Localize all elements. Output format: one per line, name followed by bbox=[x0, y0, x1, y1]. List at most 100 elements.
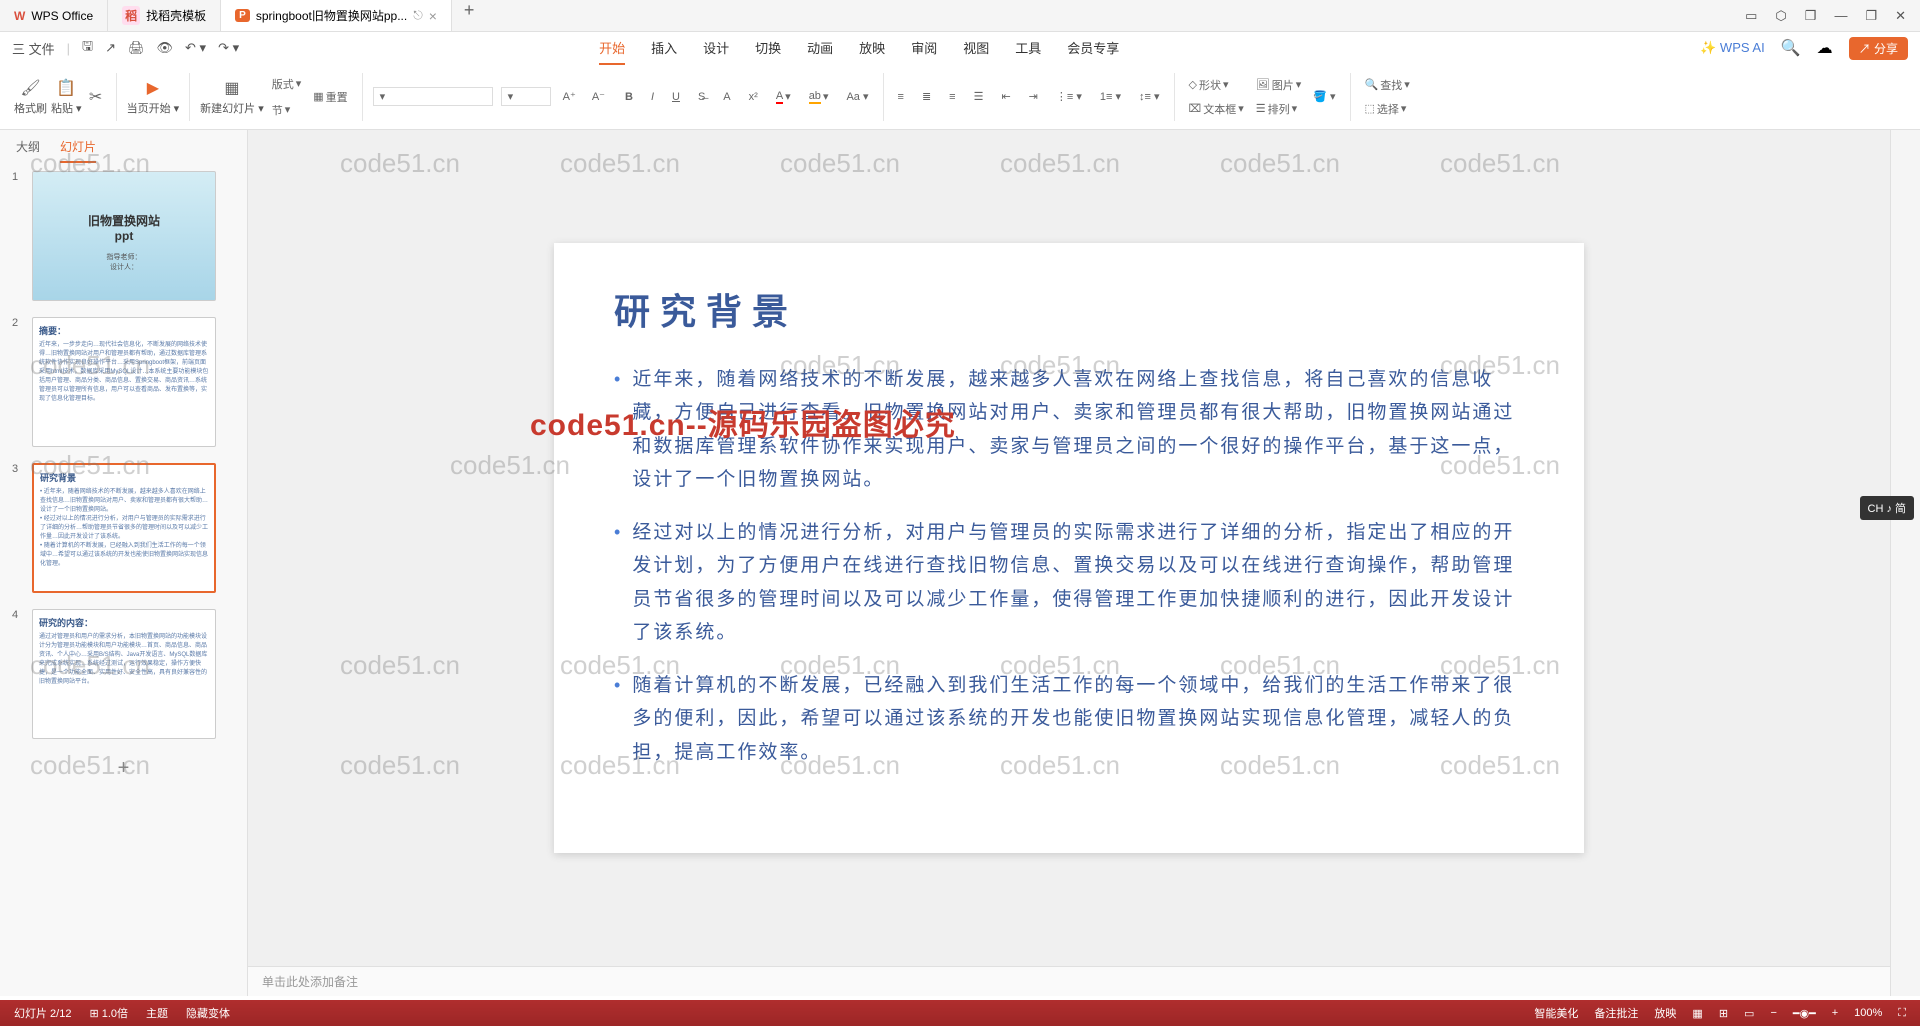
slide-page[interactable]: 研究背景 • 近年来，随着网络技术的不断发展，越来越多人喜欢在网络上查找信息，将… bbox=[554, 243, 1584, 853]
canvas-area[interactable]: 研究背景 • 近年来，随着网络技术的不断发展，越来越多人喜欢在网络上查找信息，将… bbox=[248, 130, 1890, 966]
cloud-icon[interactable]: ☁ bbox=[1817, 38, 1833, 58]
slide-thumbnail[interactable]: 研究的内容： 通过对管理员和用户的需求分析，本旧物置换网站的功能模块设计分为管理… bbox=[32, 609, 216, 739]
align-right-icon[interactable]: ≡ bbox=[945, 89, 959, 105]
text-a-icon[interactable]: A bbox=[719, 89, 734, 105]
close-tab-icon[interactable]: × bbox=[429, 8, 437, 24]
layout-button[interactable]: 版式 ▾ bbox=[268, 74, 306, 94]
redo-icon[interactable]: ↷ ▾ bbox=[218, 40, 239, 56]
tab-insert[interactable]: 插入 bbox=[651, 32, 677, 65]
slide-thumbnail[interactable]: 研究背景 • 近年来，随着网络技术的不断发展，越来越多人喜欢在网络上查找信息…旧… bbox=[32, 463, 216, 593]
layout-icon[interactable]: ▭ bbox=[1745, 8, 1757, 24]
ime-badge[interactable]: CH ♪ 简 bbox=[1860, 496, 1915, 520]
highlight-icon[interactable]: ab ▾ bbox=[805, 88, 833, 106]
decrease-font-icon[interactable]: A⁻ bbox=[588, 88, 609, 105]
reset-button[interactable]: ▦ 重置 bbox=[309, 87, 351, 107]
pin-icon[interactable]: ⎋ bbox=[413, 8, 423, 23]
theme-label[interactable]: 主题 bbox=[146, 1005, 168, 1021]
new-slide-button[interactable]: ▦ 新建幻灯片 ▾ bbox=[200, 78, 264, 116]
zoom-percent[interactable]: 100% bbox=[1854, 1007, 1882, 1019]
paste-button[interactable]: 📋 粘贴 ▾ bbox=[51, 78, 82, 116]
indent-right-icon[interactable]: ⇥ bbox=[1025, 88, 1042, 105]
arrange-button[interactable]: ☰ 排列 ▾ bbox=[1252, 99, 1306, 119]
cube-icon[interactable]: ❒ bbox=[1805, 8, 1817, 24]
tab-start[interactable]: 开始 bbox=[599, 32, 625, 65]
align-left-icon[interactable]: ≡ bbox=[894, 89, 908, 105]
zoom-out-icon[interactable]: − bbox=[1770, 1007, 1776, 1019]
find-button[interactable]: 🔍 查找 ▾ bbox=[1361, 75, 1414, 95]
section-button[interactable]: 节 ▾ bbox=[268, 100, 306, 120]
zoom-in-icon[interactable]: + bbox=[1832, 1007, 1838, 1019]
notes-bar[interactable]: 单击此处添加备注 bbox=[248, 966, 1890, 996]
search-icon[interactable]: 🔍 bbox=[1781, 38, 1801, 58]
italic-icon[interactable]: I bbox=[647, 89, 658, 105]
zoom-slider[interactable]: ━◉━ bbox=[1793, 1007, 1816, 1020]
fit-icon[interactable]: ⛶ bbox=[1898, 1007, 1906, 1020]
superscript-icon[interactable]: x² bbox=[745, 89, 762, 105]
current-start-button[interactable]: ▶ 当页开始 ▾ bbox=[127, 78, 180, 116]
view-normal-icon[interactable]: ▦ bbox=[1692, 1007, 1702, 1020]
indent-left-icon[interactable]: ⇤ bbox=[997, 88, 1014, 105]
justify-icon[interactable]: ☰ bbox=[970, 88, 988, 105]
tab-design[interactable]: 设计 bbox=[703, 32, 729, 65]
app-tab-wps[interactable]: W WPS Office bbox=[0, 0, 108, 31]
change-case-icon[interactable]: Aa ▾ bbox=[842, 88, 872, 105]
tab-view[interactable]: 视图 bbox=[963, 32, 989, 65]
increase-font-icon[interactable]: A⁺ bbox=[559, 88, 580, 105]
close-window-icon[interactable]: ✕ bbox=[1895, 8, 1906, 24]
bullets-icon[interactable]: ⋮≡ ▾ bbox=[1052, 88, 1086, 105]
box-icon[interactable]: ⬡ bbox=[1775, 8, 1786, 24]
fill-icon[interactable]: 🪣 ▾ bbox=[1309, 88, 1339, 105]
align-center-icon[interactable]: ≣ bbox=[918, 88, 935, 105]
select-button[interactable]: ⬚ 选择 ▾ bbox=[1361, 99, 1414, 119]
tab-slideshow[interactable]: 放映 bbox=[859, 32, 885, 65]
outline-tab[interactable]: 大纲 bbox=[16, 138, 40, 163]
export-icon[interactable]: ↗ bbox=[105, 40, 116, 56]
add-slide-button[interactable]: + bbox=[0, 747, 247, 790]
slide-thumbnail[interactable]: 旧物置换网站 ppt 指导老师：设计人： bbox=[32, 171, 216, 301]
slide-thumb-1[interactable]: 1 旧物置换网站 ppt 指导老师：设计人： bbox=[0, 163, 247, 309]
save-icon[interactable]: 🖫 bbox=[82, 37, 93, 59]
tab-review[interactable]: 审阅 bbox=[911, 32, 937, 65]
format-painter-button[interactable]: 🖌 格式刷 bbox=[14, 78, 47, 116]
app-tab-document[interactable]: P springboot旧物置换网站pp... ⎋ × bbox=[221, 0, 452, 31]
tab-tools[interactable]: 工具 bbox=[1015, 32, 1041, 65]
preview-icon[interactable]: 👁 bbox=[157, 40, 174, 56]
slide-thumbnail[interactable]: 摘要： 近年来，一步步走向…现代社会信息化，不断发展的网络技术使得…旧物置换网站… bbox=[32, 317, 216, 447]
share-button[interactable]: ↗ 分享 bbox=[1849, 37, 1908, 60]
slide-thumb-2[interactable]: 2 摘要： 近年来，一步步走向…现代社会信息化，不断发展的网络技术使得…旧物置换… bbox=[0, 309, 247, 455]
tab-animation[interactable]: 动画 bbox=[807, 32, 833, 65]
bold-icon[interactable]: B bbox=[621, 89, 637, 105]
tab-transition[interactable]: 切换 bbox=[755, 32, 781, 65]
font-select[interactable]: ▾ bbox=[373, 87, 493, 106]
minimize-icon[interactable]: — bbox=[1834, 8, 1847, 23]
slide-thumb-3[interactable]: 3 研究背景 • 近年来，随着网络技术的不断发展，越来越多人喜欢在网络上查找信息… bbox=[0, 455, 247, 601]
app-tab-dao[interactable]: 稻 找稻壳模板 bbox=[108, 0, 221, 31]
tab-member[interactable]: 会员专享 bbox=[1067, 32, 1119, 65]
file-menu[interactable]: 三 文件 bbox=[12, 39, 55, 58]
size-select[interactable]: ▾ bbox=[501, 87, 551, 106]
slides-tab[interactable]: 幻灯片 bbox=[60, 138, 96, 163]
slide-thumb-4[interactable]: 4 研究的内容： 通过对管理员和用户的需求分析，本旧物置换网站的功能模块设计分为… bbox=[0, 601, 247, 747]
underline-icon[interactable]: U bbox=[668, 89, 684, 105]
print-icon[interactable]: 🖨 bbox=[128, 40, 145, 56]
variants-label[interactable]: 隐藏变体 bbox=[186, 1005, 230, 1021]
wps-ai-button[interactable]: ✨ WPS AI bbox=[1700, 40, 1765, 56]
app-tabs: W WPS Office 稻 找稻壳模板 P springboot旧物置换网站p… bbox=[0, 0, 486, 31]
slideshow-button[interactable]: 放映 bbox=[1654, 1005, 1676, 1021]
add-tab-button[interactable]: + bbox=[452, 0, 487, 31]
font-color-icon[interactable]: A ▾ bbox=[772, 88, 795, 106]
cut-button[interactable]: ✂ bbox=[86, 87, 106, 107]
shape-button[interactable]: ◇ 形状 ▾ bbox=[1185, 75, 1248, 95]
beautify-button[interactable]: 智能美化 bbox=[1534, 1005, 1578, 1021]
picture-button[interactable]: 🖼 图片 ▾ bbox=[1252, 75, 1306, 95]
textbox-button[interactable]: ⌧ 文本框 ▾ bbox=[1185, 99, 1248, 119]
numbering-icon[interactable]: 1≡ ▾ bbox=[1096, 88, 1125, 105]
line-spacing-icon[interactable]: ↕≡ ▾ bbox=[1135, 88, 1164, 105]
view-reading-icon[interactable]: ▭ bbox=[1744, 1007, 1754, 1020]
notes-button[interactable]: 备注批注 bbox=[1594, 1005, 1638, 1021]
undo-icon[interactable]: ↶ ▾ bbox=[185, 40, 206, 56]
zoom-info[interactable]: ⊞ 1.0倍 bbox=[89, 1005, 128, 1021]
strike-icon[interactable]: S̶ bbox=[694, 89, 709, 105]
maximize-icon[interactable]: ❐ bbox=[1865, 8, 1877, 24]
view-sorter-icon[interactable]: ⊞ bbox=[1719, 1007, 1728, 1020]
